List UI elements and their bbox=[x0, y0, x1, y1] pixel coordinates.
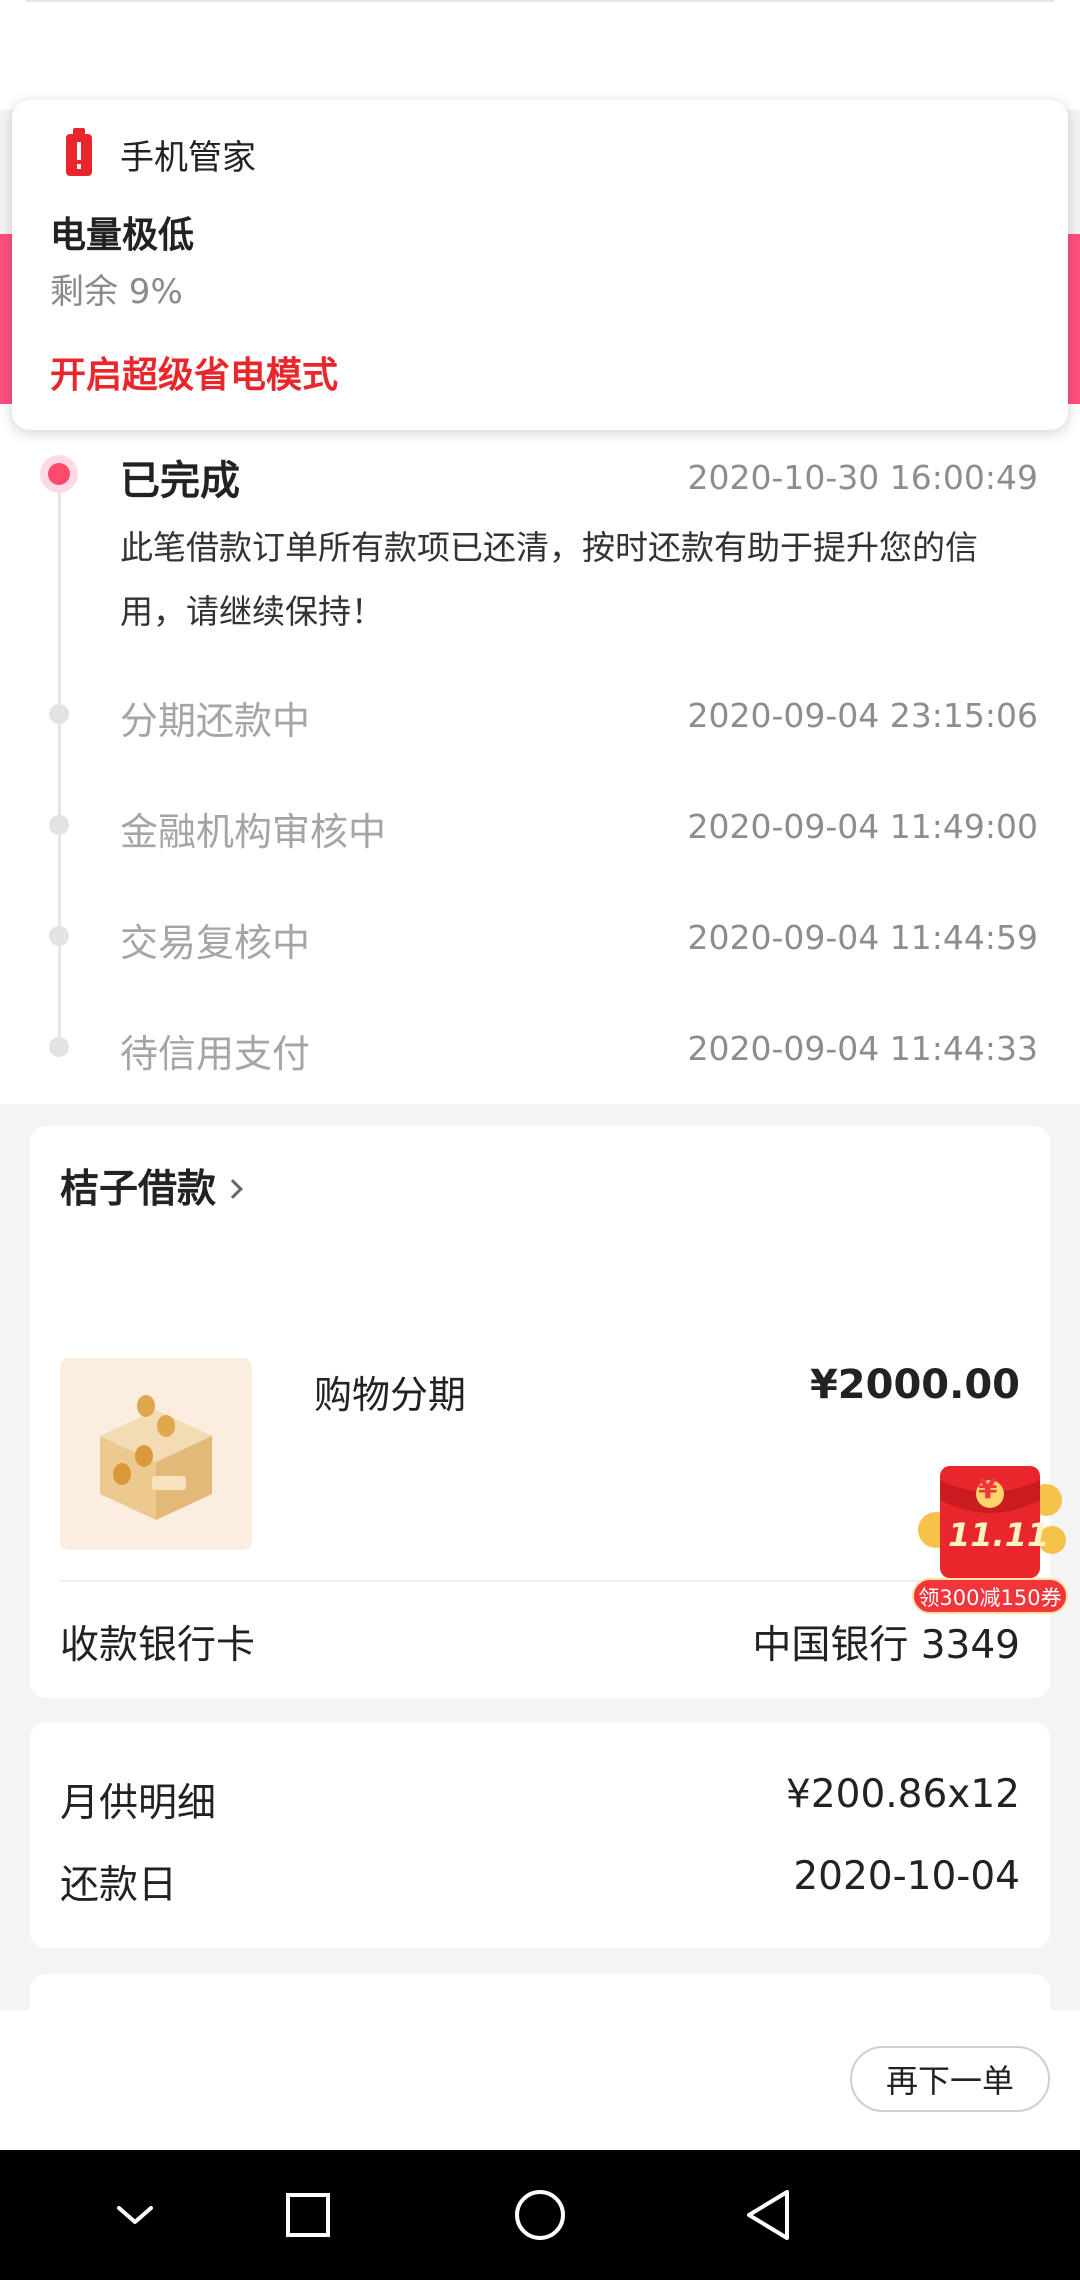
nav-home-button[interactable] bbox=[480, 2150, 600, 2280]
chevron-down-icon bbox=[117, 2206, 153, 2224]
nav-collapse-button[interactable] bbox=[75, 2150, 195, 2280]
monthly-detail-label: 月供明细 bbox=[60, 1781, 217, 1826]
system-navigation-bar bbox=[0, 2150, 1080, 2280]
timeline-active-dot bbox=[40, 455, 78, 493]
monthly-detail-value: ¥200.86x12 bbox=[786, 1772, 1020, 1817]
notification-title: 电量极低 bbox=[50, 215, 195, 256]
product-image bbox=[60, 1358, 252, 1550]
timeline-line bbox=[58, 480, 61, 1048]
triangle-back-icon bbox=[747, 2190, 789, 2240]
timeline-step-time: 2020-09-04 11:44:33 bbox=[687, 1029, 1038, 1068]
promo-yen-symbol: ¥ bbox=[978, 1472, 998, 1505]
header-divider bbox=[25, 0, 1055, 2]
square-icon bbox=[286, 2193, 330, 2237]
power-saving-mode-button[interactable]: 开启超级省电模式 bbox=[50, 346, 338, 398]
product-name: 购物分期 bbox=[314, 1373, 467, 1417]
timeline-step-status: 金融机构审核中 bbox=[120, 810, 387, 854]
bank-card-value: 中国银行 3349 bbox=[752, 1623, 1020, 1668]
timeline-section bbox=[0, 404, 1080, 1104]
battery-low-icon bbox=[66, 128, 92, 176]
timeline-current-status: 已完成 bbox=[120, 458, 240, 504]
notification-body: 剩余 9% bbox=[50, 272, 183, 312]
nav-back-button[interactable] bbox=[708, 2150, 828, 2280]
timeline-current-description: 此笔借款订单所有款项已还清，按时还款有助于提升您的信用，请继续保持！ bbox=[120, 528, 978, 631]
battery-notification[interactable]: 手机管家 电量极低 剩余 9% 开启超级省电模式 bbox=[12, 100, 1068, 430]
due-date-label: 还款日 bbox=[60, 1863, 178, 1908]
timeline-dot bbox=[49, 704, 69, 724]
product-price: ¥2000.00 bbox=[809, 1362, 1020, 1408]
timeline-step-status: 分期还款中 bbox=[120, 699, 311, 743]
top-header-area bbox=[0, 0, 1080, 110]
timeline-current-time: 2020-10-30 16:00:49 bbox=[687, 458, 1038, 497]
nav-recents-button[interactable] bbox=[248, 2150, 368, 2280]
promo-label: 领300减150券 bbox=[912, 1578, 1068, 1614]
due-date-value: 2020-10-04 bbox=[793, 1854, 1020, 1899]
merchant-link[interactable]: 桔子借款 bbox=[60, 1158, 243, 1214]
promo-badge: 11.11 bbox=[948, 1516, 1050, 1554]
timeline-dot bbox=[49, 926, 69, 946]
card-divider bbox=[60, 1580, 1020, 1582]
loan-card: 桔子借款 购物分期 ¥2000.00 收款银行卡 中国银行 3349 bbox=[30, 1126, 1050, 1698]
timeline-step-time: 2020-09-04 23:15:06 bbox=[687, 696, 1038, 735]
timeline-dot bbox=[49, 1037, 69, 1057]
double-eleven-promo[interactable]: ¥ 11.11 领300减150券 bbox=[906, 1460, 1072, 1620]
merchant-name: 桔子借款 bbox=[60, 1167, 217, 1212]
timeline-step-time: 2020-09-04 11:49:00 bbox=[687, 807, 1038, 846]
page: 已完成 2020-10-30 16:00:49 此笔借款订单所有款项已还清，按时… bbox=[0, 0, 1080, 2280]
circle-home-icon bbox=[515, 2190, 565, 2240]
reorder-button[interactable]: 再下一单 bbox=[850, 2046, 1050, 2112]
bank-card-label: 收款银行卡 bbox=[60, 1623, 256, 1668]
timeline-step-status: 交易复核中 bbox=[120, 921, 311, 965]
bottom-action-bar: 再下一单 bbox=[0, 2010, 1080, 2150]
coin-box-icon bbox=[100, 1395, 212, 1520]
chevron-right-icon bbox=[223, 1179, 243, 1199]
timeline-step-status: 待信用支付 bbox=[120, 1032, 311, 1076]
timeline-dot bbox=[49, 815, 69, 835]
notification-app-name: 手机管家 bbox=[120, 138, 256, 178]
timeline-step-time: 2020-09-04 11:44:59 bbox=[687, 918, 1038, 957]
repayment-detail-card: 月供明细 ¥200.86x12 还款日 2020-10-04 bbox=[30, 1722, 1050, 1948]
